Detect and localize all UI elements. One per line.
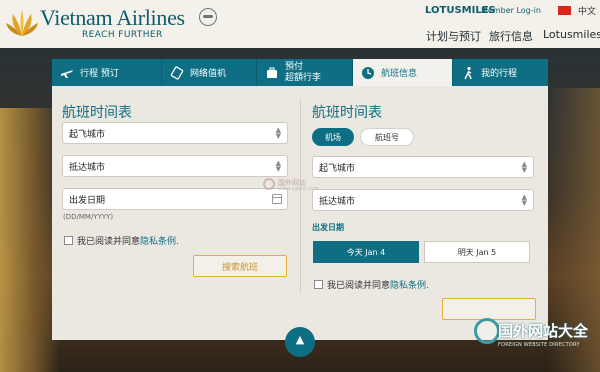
destination-city-value: 抵达城市 [319, 196, 356, 207]
tab-flight-info[interactable]: 航班信息 [353, 59, 453, 86]
origin-city-value: 起飞城市 [319, 163, 356, 174]
tab-booking[interactable]: 行程 预订 [52, 59, 162, 86]
tab-label: 我的行程 [481, 69, 518, 79]
plane-icon [60, 66, 74, 80]
watermark-text: 国外网站大全 [498, 322, 589, 340]
brand-tagline: REACH FURTHER [82, 30, 163, 40]
site-header: Vietnam Airlines REACH FURTHER LOTUSMILE… [0, 0, 600, 48]
right-origin-city-select[interactable]: 起飞城市 ▲ ▼ [312, 156, 534, 178]
walking-person-icon [461, 66, 475, 80]
select-arrows-icon: ▲ ▼ [275, 126, 281, 140]
tab-label: 网络值机 [190, 69, 227, 79]
nav-travel-info[interactable]: 旅行信息 [489, 28, 533, 44]
background-glow-left [0, 108, 60, 372]
date-format-hint: (DD/MM/YYYY) [63, 213, 114, 221]
tab-label-line2: 超額行李 [285, 72, 322, 83]
agree-text: 我已阅读并同意 [327, 281, 391, 291]
calendar-icon[interactable] [272, 194, 282, 204]
skyteam-icon [199, 8, 217, 26]
origin-city-value: 起飞城市 [69, 129, 106, 140]
select-arrows-icon: ▲ ▼ [521, 160, 527, 174]
date-tomorrow-button[interactable]: 明天 Jan 5 [424, 241, 530, 263]
center-watermark-url: www.egouz.com [278, 186, 319, 192]
search-flights-button-right[interactable] [442, 298, 536, 320]
departure-date-placeholder: 出发日期 [69, 195, 106, 206]
watermark-badge-icon [474, 318, 500, 344]
chevron-up-icon: ▲ [295, 333, 305, 346]
member-login-link[interactable]: Member Log-in [481, 6, 541, 15]
watermark-subtext: FOREIGN WEBSITE DIRECTORY [498, 342, 580, 348]
departure-date-input[interactable]: 出发日期 [62, 188, 288, 210]
tab-prepaid-baggage[interactable]: 預付 超額行李 [257, 59, 353, 86]
right-section-title: 航班时间表 [312, 105, 382, 121]
tab-my-trips[interactable]: 我的行程 [453, 59, 548, 86]
collapse-panel-button[interactable]: ▲ [285, 327, 315, 357]
lotus-logo-icon[interactable] [5, 6, 39, 40]
left-section-title: 航班时间表 [62, 105, 132, 121]
checkbox[interactable] [314, 280, 323, 289]
toggle-airport[interactable]: 机场 [312, 128, 354, 146]
select-arrows-icon: ▲ ▼ [521, 193, 527, 207]
column-divider [300, 100, 301, 292]
china-flag-icon[interactable] [558, 6, 571, 15]
select-arrows-icon: ▲ ▼ [275, 159, 281, 173]
privacy-agree-checkbox-left[interactable]: 我已阅读并同意 隐私条例. [64, 234, 179, 247]
brand-name[interactable]: Vietnam Airlines [40, 5, 185, 31]
search-flights-button[interactable]: 搜索航班 [193, 255, 287, 277]
destination-city-select[interactable]: 抵达城市 ▲ ▼ [62, 155, 288, 177]
destination-city-value: 抵达城市 [69, 162, 106, 173]
checkbox[interactable] [64, 236, 73, 245]
nav-plan-book[interactable]: 计划与预订 [426, 28, 481, 44]
agree-text: 我已阅读并同意 [77, 237, 141, 247]
date-today-button[interactable]: 今天 Jan 4 [313, 241, 419, 263]
right-destination-city-select[interactable]: 抵达城市 ▲ ▼ [312, 189, 534, 211]
luggage-icon [265, 66, 279, 80]
booking-tabs: 行程 预订 网络值机 預付 超額行李 航班信息 我的行程 [52, 59, 548, 86]
tab-label: 航班信息 [381, 69, 418, 79]
clock-icon [361, 66, 375, 80]
nav-lotusmiles[interactable]: Lotusmiles [543, 28, 600, 41]
privacy-policy-link[interactable]: 隐私条例. [140, 234, 179, 247]
toggle-flight-number[interactable]: 航班号 [360, 128, 414, 146]
tab-label-line1: 預付 [285, 61, 304, 72]
departure-date-label: 出发日期 [312, 223, 344, 232]
watermark-logo-icon [263, 178, 275, 190]
language-selector[interactable]: 中文 [578, 4, 596, 17]
origin-city-select[interactable]: 起飞城市 ▲ ▼ [62, 122, 288, 144]
ticket-icon [170, 65, 184, 80]
tab-online-checkin[interactable]: 网络值机 [162, 59, 257, 86]
tab-label: 行程 预订 [80, 69, 119, 79]
privacy-policy-link[interactable]: 隐私条例. [390, 278, 429, 291]
privacy-agree-checkbox-right[interactable]: 我已阅读并同意 隐私条例. [314, 278, 429, 291]
